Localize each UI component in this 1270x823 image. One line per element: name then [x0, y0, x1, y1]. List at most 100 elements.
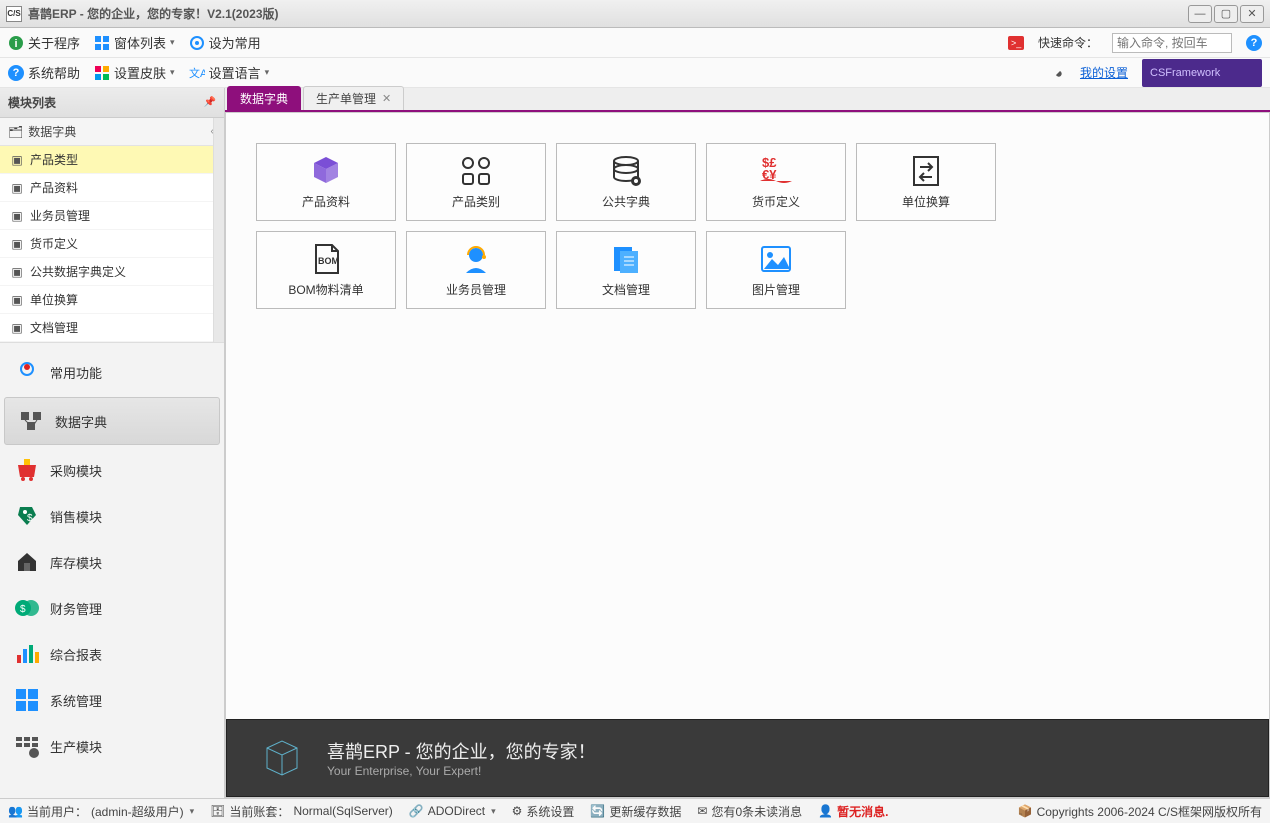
sidebar: 模块列表 📌 🗂 数据字典 « ▣产品类型▣产品资料▣业务员管理▣货币定义▣公共…	[0, 88, 225, 798]
convert-icon	[908, 155, 944, 187]
tile[interactable]: 产品资料	[256, 143, 396, 221]
help-icon[interactable]: ?	[1246, 35, 1262, 51]
module-item[interactable]: 综合报表	[0, 631, 224, 677]
gear-icon: ⚙	[512, 804, 523, 818]
module-label: 库存模块	[50, 553, 102, 572]
close-icon[interactable]: ✕	[382, 92, 391, 105]
tile[interactable]: 图片管理	[706, 231, 846, 309]
refresh-icon: 🔄	[590, 804, 605, 818]
user-icon: 👥	[8, 804, 23, 818]
window-title: 喜鹊ERP - 您的企业，您的专家！V2.1(2023版)	[28, 5, 1188, 22]
syshelp-button[interactable]: ? 系统帮助	[8, 63, 80, 82]
tree-item-label: 公共数据字典定义	[30, 263, 126, 280]
tile[interactable]: $£€¥货币定义	[706, 143, 846, 221]
database-icon: 🗄	[210, 804, 225, 818]
maximize-button[interactable]: ▢	[1214, 5, 1238, 23]
tile[interactable]: 业务员管理	[406, 231, 546, 309]
module-item[interactable]: $销售模块	[0, 493, 224, 539]
language-icon: 文A	[189, 65, 205, 81]
tree-icon: 🗂	[8, 125, 23, 139]
tile-label: 图片管理	[752, 281, 800, 298]
tree-item[interactable]: ▣产品类型	[0, 146, 224, 174]
module-item[interactable]: 库存模块	[0, 539, 224, 585]
tree-head-label: 数据字典	[28, 123, 76, 140]
doc-icon	[608, 243, 644, 275]
quickcmd-label: 快速命令：	[1038, 34, 1098, 51]
tile[interactable]: 单位换算	[856, 143, 996, 221]
tree-item[interactable]: ▣单位换算	[0, 286, 224, 314]
msgs-label: 您有0条未读消息	[711, 803, 802, 820]
image-icon	[758, 243, 794, 275]
svg-text:>_: >_	[1011, 38, 1022, 48]
skin-button[interactable]: 设置皮肤 ▾	[94, 63, 175, 82]
tree-item-label: 产品类型	[30, 151, 78, 168]
tree-item[interactable]: ▣公共数据字典定义	[0, 258, 224, 286]
module-label: 常用功能	[50, 363, 102, 382]
status-syssettings[interactable]: ⚙ 系统设置	[512, 803, 575, 820]
refresh-label: 更新缓存数据	[609, 803, 681, 820]
module-icon	[14, 733, 40, 759]
module-list: 常用功能数据字典采购模块$销售模块库存模块 $ 财务管理综合报表系统管理生产模块	[0, 343, 224, 798]
module-item[interactable]: 采购模块	[0, 447, 224, 493]
module-item[interactable]: 生产模块	[0, 723, 224, 769]
nomsg-label: 暂无消息.	[837, 803, 888, 820]
module-icon	[14, 549, 40, 575]
tile[interactable]: 文档管理	[556, 231, 696, 309]
tree-item[interactable]: ▣货币定义	[0, 230, 224, 258]
tree-item[interactable]: ▣业务员管理	[0, 202, 224, 230]
headset-icon	[458, 243, 494, 275]
tile-grid: 产品资料产品类别公共字典$£€¥货币定义单位换算 BOMBOM物料清单业务员管理 文…	[256, 143, 1016, 309]
close-button[interactable]: ✕	[1240, 5, 1264, 23]
status-copyright: 📦 Copyrights 2006-2024 C/S框架网版权所有	[1018, 803, 1262, 820]
tile[interactable]: 公共字典	[556, 143, 696, 221]
quickcmd-input[interactable]	[1112, 33, 1232, 53]
minimize-button[interactable]: ―	[1188, 5, 1212, 23]
module-label: 系统管理	[50, 691, 102, 710]
status-bar: 👥 当前用户： (admin-超级用户) 🗄 当前账套： Normal(SqlS…	[0, 798, 1270, 823]
tree-item-label: 单位换算	[30, 291, 78, 308]
module-item[interactable]: 系统管理	[0, 677, 224, 723]
svg-text:$: $	[20, 604, 26, 615]
about-button[interactable]: i 关于程序	[8, 33, 80, 52]
tree-item-label: 产品资料	[30, 179, 78, 196]
cube-icon: ▣	[10, 181, 24, 195]
module-label: 财务管理	[50, 599, 102, 618]
formlist-button[interactable]: 窗体列表 ▾	[94, 33, 175, 52]
question-icon: ?	[8, 65, 24, 81]
sidebar-header: 模块列表 📌	[0, 88, 224, 118]
person-icon: 👤	[818, 804, 833, 818]
module-item[interactable]: $ 财务管理	[0, 585, 224, 631]
tree-item[interactable]: ▣ 产品资料	[0, 174, 224, 202]
wrench-icon	[1050, 65, 1066, 81]
tile-label: 业务员管理	[446, 281, 506, 298]
sidebar-title: 模块列表	[8, 94, 56, 111]
tile[interactable]: BOMBOM物料清单	[256, 231, 396, 309]
mysettings-link[interactable]: 我的设置	[1080, 64, 1128, 81]
module-item[interactable]: 数据字典	[4, 397, 220, 445]
pin-icon[interactable]: 📌	[204, 97, 216, 108]
status-nomsg: 👤 暂无消息.	[818, 803, 888, 820]
module-icon	[14, 641, 40, 667]
tab[interactable]: 数据字典	[227, 86, 301, 110]
status-ado[interactable]: 🔗 ADODirect	[409, 804, 496, 818]
setdefault-label: 设为常用	[209, 33, 261, 52]
tree-item-label: 文档管理	[30, 319, 78, 336]
tree-item[interactable]: ▣ 文档管理	[0, 314, 224, 342]
account-value: Normal(SqlServer)	[293, 804, 392, 818]
status-user[interactable]: 👥 当前用户： (admin-超级用户)	[8, 803, 194, 820]
tile-label: 货币定义	[752, 193, 800, 210]
tab[interactable]: 生产单管理✕	[303, 86, 404, 110]
lang-button[interactable]: 文A 设置语言 ▾	[189, 63, 270, 82]
cube-icon: ▣	[10, 321, 24, 335]
tile-label: 单位换算	[902, 193, 950, 210]
tile[interactable]: 产品类别	[406, 143, 546, 221]
status-refresh[interactable]: 🔄 更新缓存数据	[590, 803, 681, 820]
module-label: 综合报表	[50, 645, 102, 664]
tab-label: 数据字典	[240, 90, 288, 107]
status-messages[interactable]: ✉ 您有0条未读消息	[697, 803, 802, 820]
setdefault-button[interactable]: 设为常用	[189, 33, 261, 52]
cube-wireframe-icon	[257, 733, 307, 783]
module-item[interactable]: 常用功能	[0, 349, 224, 395]
tree-category-header[interactable]: 🗂 数据字典 «	[0, 118, 224, 146]
terminal-icon: >_	[1008, 36, 1024, 50]
